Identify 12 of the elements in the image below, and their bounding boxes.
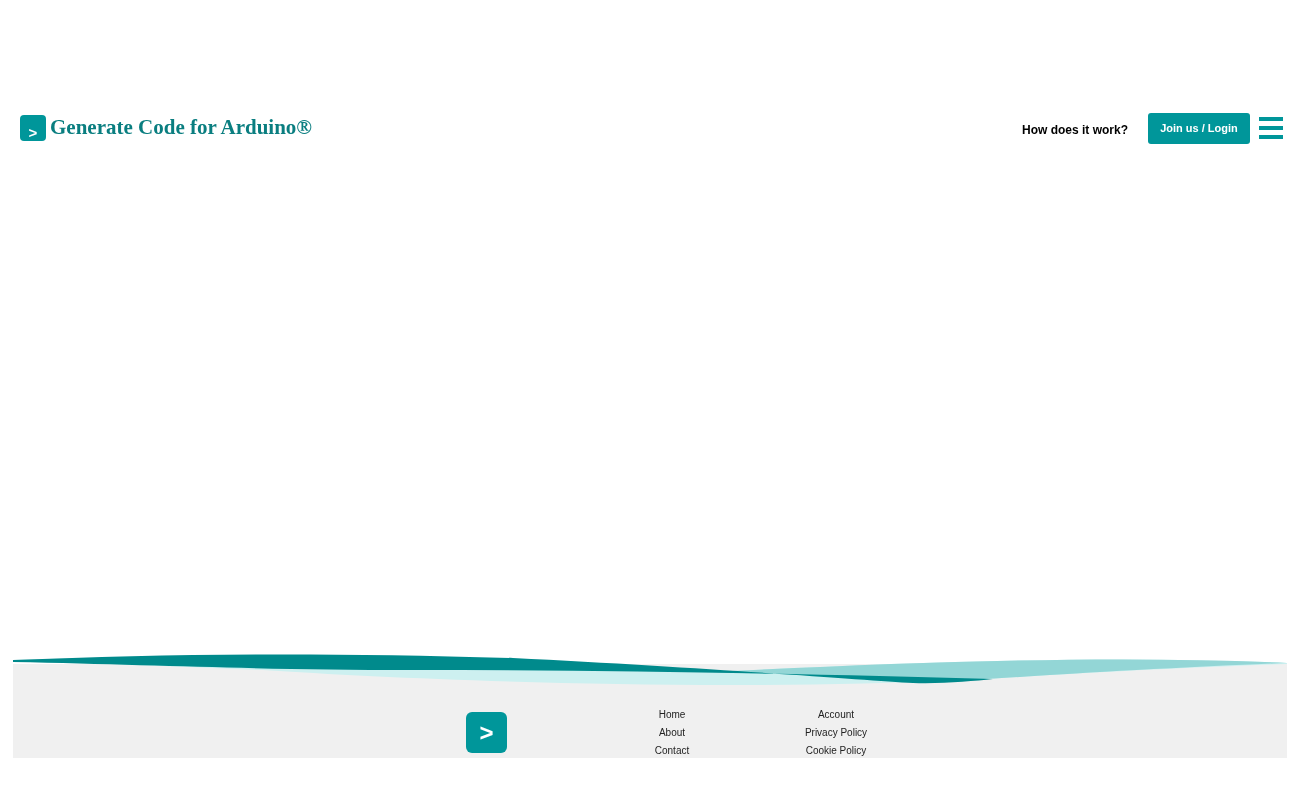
nav-link[interactable]: How does it work? [1022, 121, 1128, 139]
footer-link[interactable]: Cookie Policy [805, 745, 867, 757]
logo-icon[interactable]: > [20, 115, 46, 141]
login-button[interactable]: Join us / Login [1148, 112, 1250, 144]
menu-icon[interactable] [1259, 117, 1283, 139]
logo-icon[interactable]: > [466, 712, 507, 753]
site-title[interactable]: Generate Code for Arduino® [50, 112, 313, 144]
footer-link[interactable]: Contact [654, 745, 690, 757]
footer-link[interactable]: Privacy Policy [804, 727, 868, 739]
footer-link[interactable]: Account [817, 709, 855, 721]
footer-link[interactable]: Home [658, 709, 686, 721]
footer-link[interactable]: About [658, 727, 686, 739]
